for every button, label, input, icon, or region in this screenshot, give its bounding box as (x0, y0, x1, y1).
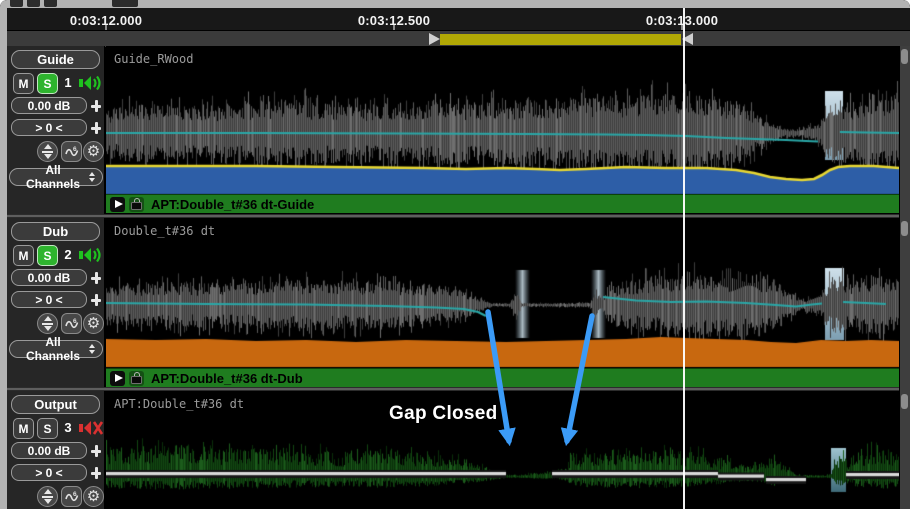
play-process-icon[interactable] (110, 371, 125, 386)
track-panel-output: Output M S 3 0.00 dB > 0 < 6 ⚙ (7, 391, 105, 509)
settings-gear-icon[interactable]: ⚙ (83, 141, 104, 162)
speaker-on-icon[interactable] (78, 73, 104, 93)
clip-label: Double_t#36 dt (114, 224, 215, 238)
offset-drag-handle-icon[interactable] (89, 466, 103, 480)
track-panel-guide: Guide M S 1 0.00 dB > 0 < 6 ⚙ All Channe… (7, 46, 105, 214)
clip-label: Guide_RWood (114, 52, 193, 66)
window-chrome (0, 0, 910, 8)
play-process-icon[interactable] (110, 197, 125, 212)
scroll-handle[interactable] (901, 221, 908, 236)
track-number: 2 (61, 247, 75, 262)
view-range-bar[interactable] (7, 30, 910, 47)
align-offset-button[interactable]: > 0 < (11, 119, 87, 136)
automation-curve-icon[interactable]: 6 (61, 141, 82, 162)
track-number: 1 (61, 75, 75, 90)
speaker-on-icon[interactable] (78, 245, 104, 265)
align-offset-button[interactable]: > 0 < (11, 464, 87, 481)
clip-label: APT:Double_t#36 dt (114, 397, 244, 411)
dub-waveform-display[interactable] (106, 218, 899, 387)
gain-button[interactable]: 0.00 dB (11, 442, 87, 459)
svg-text:6: 6 (73, 491, 77, 498)
gain-button[interactable]: 0.00 dB (11, 97, 87, 114)
mute-button[interactable]: M (13, 73, 34, 94)
offset-drag-handle-icon[interactable] (89, 121, 103, 135)
track-resize-icon[interactable] (37, 486, 58, 507)
gap-closed-annotation: Gap Closed (389, 403, 498, 425)
svg-text:6: 6 (73, 146, 77, 153)
scroll-handle[interactable] (901, 49, 908, 64)
revoice-pro-session-window: 0:03:12.000 0:03:12.500 0:03:13.000 Guid… (0, 0, 910, 509)
gain-drag-handle-icon[interactable] (89, 271, 103, 285)
process-bar-label: APT:Double_t#36 dt-Dub (151, 371, 303, 386)
track-name-button[interactable]: Dub (11, 222, 100, 241)
stepper-arrows-icon (89, 344, 95, 354)
vertical-scroll-rail[interactable] (899, 46, 910, 509)
playhead-cursor[interactable] (683, 8, 685, 509)
scroll-handle[interactable] (901, 394, 908, 409)
dub-track-lane[interactable]: Double_t#36 dt APT:Double_t#36 dt-Dub (106, 218, 899, 387)
solo-button[interactable]: S (37, 245, 58, 266)
guide-waveform-display[interactable] (106, 46, 899, 214)
offset-drag-handle-icon[interactable] (89, 293, 103, 307)
track-name-button[interactable]: Guide (11, 50, 100, 69)
mute-button[interactable]: M (13, 245, 34, 266)
output-track-lane[interactable]: APT:Double_t#36 dt (106, 391, 899, 509)
mute-button[interactable]: M (13, 418, 34, 439)
process-bar-guide[interactable]: APT:Double_t#36 dt-Guide (106, 194, 899, 213)
toolbar-fragment (10, 0, 23, 7)
toolbar-fragment (27, 0, 40, 7)
toolbar-fragment (44, 0, 57, 7)
toolbar-fragment (112, 0, 138, 7)
lock-icon[interactable] (129, 371, 144, 386)
track-panel-dub: Dub M S 2 0.00 dB > 0 < 6 ⚙ All Channels (7, 218, 105, 387)
track-resize-icon[interactable] (37, 313, 58, 334)
channel-selector[interactable]: All Channels (9, 168, 103, 186)
channel-selector[interactable]: All Channels (9, 340, 103, 358)
automation-curve-icon[interactable]: 6 (61, 313, 82, 334)
selection-range[interactable] (440, 34, 681, 45)
automation-curve-icon[interactable]: 6 (61, 486, 82, 507)
lock-icon[interactable] (129, 197, 144, 212)
settings-gear-icon[interactable]: ⚙ (83, 313, 104, 334)
selection-start-handle[interactable] (429, 33, 440, 45)
process-bar-label: APT:Double_t#36 dt-Guide (151, 197, 314, 212)
track-resize-icon[interactable] (37, 141, 58, 162)
align-offset-button[interactable]: > 0 < (11, 291, 87, 308)
time-ruler[interactable]: 0:03:12.000 0:03:12.500 0:03:13.000 (7, 8, 910, 30)
gain-button[interactable]: 0.00 dB (11, 269, 87, 286)
window-left-frame (0, 8, 7, 509)
solo-button[interactable]: S (37, 73, 58, 94)
svg-text:6: 6 (73, 318, 77, 325)
process-bar-dub[interactable]: APT:Double_t#36 dt-Dub (106, 368, 899, 387)
gain-drag-handle-icon[interactable] (89, 444, 103, 458)
track-name-button[interactable]: Output (11, 395, 100, 414)
track-number: 3 (61, 420, 75, 435)
settings-gear-icon[interactable]: ⚙ (83, 486, 104, 507)
speaker-muted-icon[interactable] (78, 418, 104, 438)
guide-track-lane[interactable]: Guide_RWood APT:Double_t#36 dt-Guide (106, 46, 899, 214)
stepper-arrows-icon (89, 172, 95, 182)
solo-button[interactable]: S (37, 418, 58, 439)
gain-drag-handle-icon[interactable] (89, 99, 103, 113)
